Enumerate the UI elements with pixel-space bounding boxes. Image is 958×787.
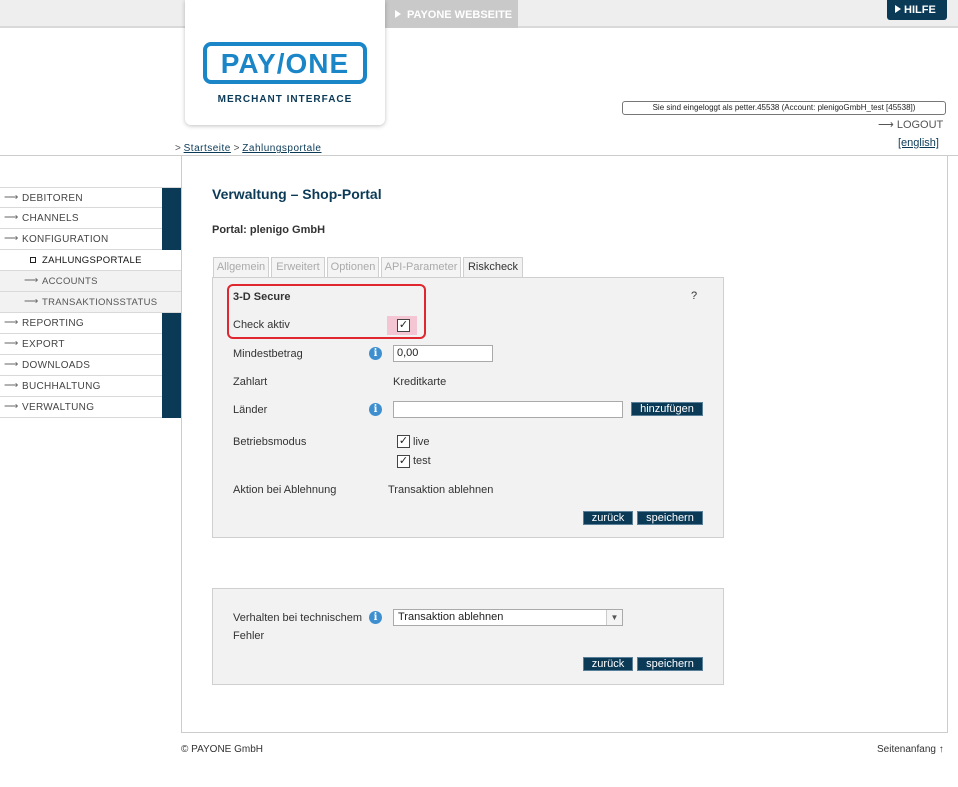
aktion-label: Aktion bei Ablehnung [233, 484, 337, 496]
nav-bar [162, 208, 181, 229]
breadcrumb-separator: > [233, 143, 240, 154]
mindestbetrag-input[interactable]: 0,00 [393, 345, 493, 362]
sidebar-item-buchhaltung[interactable]: ⟶ BUCHHALTUNG [0, 376, 181, 397]
nav-bar [162, 355, 181, 376]
help-label: HILFE [904, 4, 936, 16]
arrow-right-icon: ⟶ [24, 275, 39, 286]
breadcrumb-prefix: > [175, 143, 181, 154]
page-title: Verwaltung – Shop-Portal [212, 186, 382, 202]
tab-allgemein[interactable]: Allgemein [213, 257, 269, 278]
sidebar-item-zahlungsportale[interactable]: ZAHLUNGSPORTALE [0, 250, 181, 271]
info-icon[interactable]: i [369, 403, 382, 416]
logo-card[interactable]: PAY/ONE MERCHANT INTERFACE [185, 0, 385, 125]
mode-test-label: test [413, 455, 431, 467]
sidebar-item-transaktionsstatus[interactable]: ⟶ TRANSAKTIONSSTATUS [0, 292, 181, 313]
arrow-right-icon: ⟶ [4, 401, 19, 412]
zahlart-value: Kreditkarte [393, 376, 447, 388]
check-aktiv-checkbox[interactable]: ✓ [397, 319, 410, 332]
sidebar-item-label: ZAHLUNGSPORTALE [42, 255, 142, 266]
payone-logo: PAY/ONE [203, 42, 367, 84]
sidebar-item-channels[interactable]: ⟶ CHANNELS [0, 208, 181, 229]
info-icon[interactable]: i [369, 347, 382, 360]
aktion-value: Transaktion ablehnen [388, 484, 494, 496]
laender-label: Länder [233, 404, 268, 416]
play-arrow-icon [395, 10, 401, 18]
tab-api-parameter[interactable]: API-Parameter [381, 257, 461, 278]
payone-website-label: PAYONE WEBSEITE [407, 9, 513, 21]
sidebar-item-label: DOWNLOADS [22, 360, 91, 371]
sidebar-item-label: CHANNELS [22, 213, 79, 224]
select-value: Transaktion ablehnen [398, 611, 504, 623]
sidebar: ⟶ DEBITOREN ⟶ CHANNELS ⟶ KONFIGURATION ZAHL… [0, 187, 181, 418]
back-button-2[interactable]: zurück [583, 657, 633, 671]
nav-bar [162, 313, 181, 334]
sidebar-item-label: TRANSAKTIONSSTATUS [42, 297, 158, 308]
error-behavior-select[interactable]: Transaktion ablehnen ▼ [393, 609, 623, 626]
sidebar-item-debitoren[interactable]: ⟶ DEBITOREN [0, 187, 181, 209]
sidebar-item-label: KONFIGURATION [22, 234, 109, 245]
nav-bar [162, 334, 181, 355]
betriebsmodus-label: Betriebsmodus [233, 436, 307, 448]
sidebar-item-export[interactable]: ⟶ EXPORT [0, 334, 181, 355]
footer-copyright: © PAYONE GmbH [181, 744, 264, 755]
mode-live-checkbox[interactable]: ✓ [397, 435, 410, 448]
back-to-top-link[interactable]: Seitenanfang ↑ [877, 744, 944, 755]
verhalten-label-line2: Fehler [233, 630, 265, 642]
arrow-right-icon: ⟶ [4, 212, 19, 223]
save-button-2[interactable]: speichern [637, 657, 703, 671]
arrow-right-icon: ⟶ [4, 233, 19, 244]
payone-website-link[interactable]: PAYONE WEBSEITE [385, 0, 518, 28]
zahlart-label: Zahlart [233, 376, 268, 388]
sidebar-item-label: VERWALTUNG [22, 402, 95, 413]
arrow-right-icon: ⟶ [4, 338, 19, 349]
nav-bar [162, 229, 181, 250]
tab-optionen[interactable]: Optionen [327, 257, 379, 278]
check-aktiv-label: Check aktiv [233, 319, 290, 331]
nav-bar [162, 397, 181, 418]
add-country-button[interactable]: hinzufügen [631, 402, 703, 416]
tab-riskcheck[interactable]: Riskcheck [463, 257, 523, 279]
sidebar-item-label: REPORTING [22, 318, 84, 329]
help-button[interactable]: HILFE [887, 0, 947, 20]
sidebar-item-downloads[interactable]: ⟶ DOWNLOADS [0, 355, 181, 376]
sidebar-item-konfiguration[interactable]: ⟶ KONFIGURATION [0, 229, 181, 250]
mode-live-label: live [413, 436, 430, 448]
sidebar-item-accounts[interactable]: ⟶ ACCOUNTS [0, 271, 181, 292]
chevron-down-icon: ▼ [606, 610, 622, 625]
login-info: Sie sind eingeloggt als petter.45538 (Ac… [622, 101, 946, 115]
language-link[interactable]: [english] [898, 137, 939, 149]
sidebar-item-label: EXPORT [22, 339, 65, 350]
sidebar-item-reporting[interactable]: ⟶ REPORTING [0, 313, 181, 334]
arrow-right-icon: ⟶ [4, 380, 19, 391]
arrow-right-icon: ⟶ [24, 296, 39, 307]
info-icon[interactable]: i [369, 611, 382, 624]
tab-erweitert[interactable]: Erweitert [271, 257, 325, 278]
arrow-right-icon: ⟶ [4, 359, 19, 370]
arrow-right-icon: ⟶ [878, 119, 897, 131]
mindestbetrag-label: Mindestbetrag [233, 348, 303, 360]
save-button[interactable]: speichern [637, 511, 703, 525]
sidebar-item-label: ACCOUNTS [42, 276, 98, 287]
verhalten-label-line1: Verhalten bei technischem [233, 612, 363, 624]
sidebar-item-label: DEBITOREN [22, 193, 83, 204]
back-button[interactable]: zurück [583, 511, 633, 525]
sidebar-item-verwaltung[interactable]: ⟶ VERWALTUNG [0, 397, 181, 418]
logo-subtitle: MERCHANT INTERFACE [217, 94, 353, 105]
play-arrow-icon [895, 5, 901, 13]
nav-bar [162, 188, 181, 209]
breadcrumb-current[interactable]: Zahlungsportale [242, 143, 321, 154]
logout-label: LOGOUT [896, 119, 944, 131]
breadcrumb-home[interactable]: Startseite [184, 143, 231, 154]
logout-link[interactable]: ⟶ LOGOUT [878, 118, 943, 131]
arrow-right-icon: ⟶ [4, 192, 19, 203]
breadcrumb: > Startseite > Zahlungsportale [175, 143, 322, 154]
help-icon[interactable]: ? [691, 290, 697, 302]
square-bullet-icon [30, 257, 36, 263]
laender-input[interactable] [393, 401, 623, 418]
mode-test-checkbox[interactable]: ✓ [397, 455, 410, 468]
sidebar-item-label: BUCHHALTUNG [22, 381, 101, 392]
portal-name: Portal: plenigo GmbH [212, 224, 326, 236]
nav-bar [162, 376, 181, 397]
arrow-right-icon: ⟶ [4, 317, 19, 328]
